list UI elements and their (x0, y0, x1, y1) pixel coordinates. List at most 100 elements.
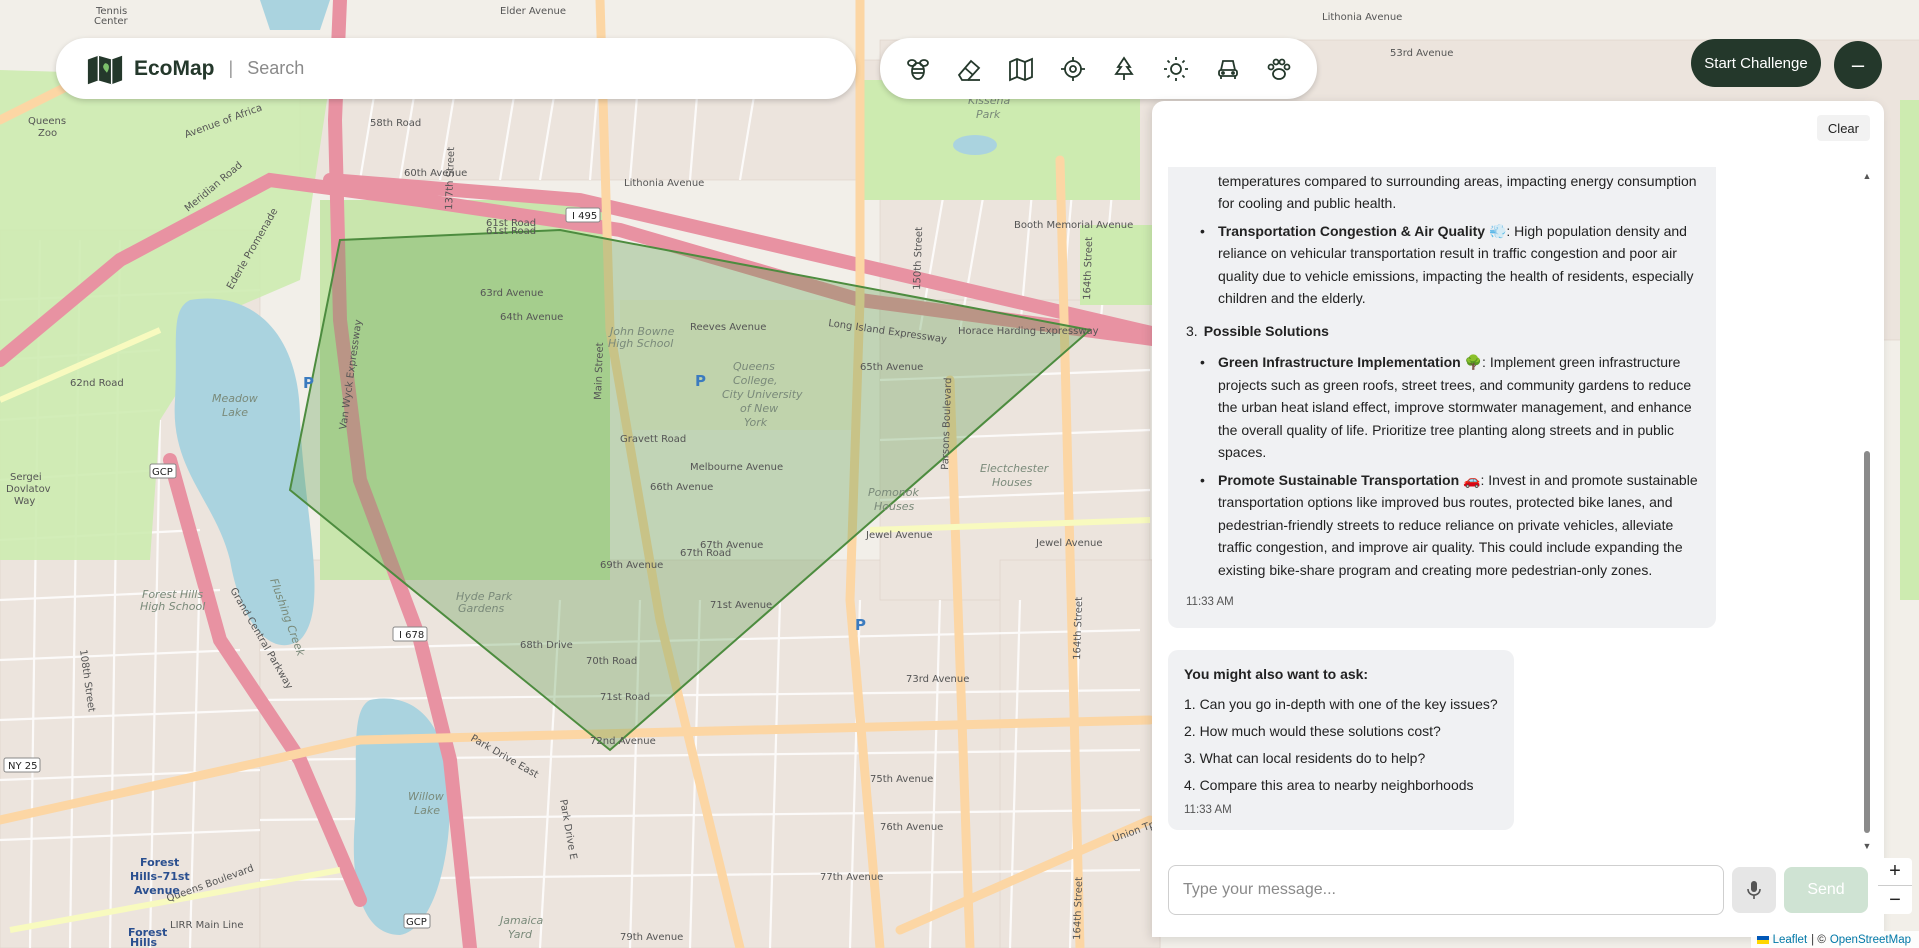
chat-input-row: Send (1168, 865, 1874, 915)
zoom-out-button[interactable]: − (1878, 886, 1912, 914)
suggestion-item[interactable]: 3. What can local residents do to help? (1184, 750, 1498, 766)
map-label: 164th Street (1072, 877, 1085, 940)
map-label: College, (733, 374, 778, 387)
suggestion-item[interactable]: 1. Can you go in-depth with one of the k… (1184, 696, 1498, 712)
start-challenge-button[interactable]: Start Challenge (1691, 39, 1821, 87)
map-label: 150th Street (912, 227, 925, 290)
map-label: Yard (508, 928, 533, 941)
scroll-up-arrow-icon[interactable]: ▲ (1862, 171, 1872, 181)
eraser-icon[interactable] (950, 50, 988, 88)
bee-icon[interactable] (899, 50, 937, 88)
map-label: Houses (992, 476, 1032, 489)
zoom-control: + − (1878, 858, 1912, 914)
svg-text:P: P (855, 616, 866, 634)
leaflet-link[interactable]: Leaflet (1773, 934, 1808, 946)
map-label: of New (740, 402, 778, 415)
clear-chat-button[interactable]: Clear (1816, 115, 1870, 141)
car-icon[interactable] (1209, 50, 1247, 88)
map-label: 77th Avenue (820, 872, 883, 883)
map-label: 76th Avenue (880, 822, 943, 833)
message-list: spaces contributes to the urban heat isl… (1186, 167, 1698, 310)
highway-shield: GCP (152, 467, 173, 478)
search-bar: EcoMap | (56, 38, 856, 99)
scroll-down-arrow-icon[interactable]: ▼ (1862, 841, 1872, 851)
map-label: Sergei (10, 472, 42, 483)
search-input[interactable] (247, 58, 808, 79)
zoom-in-button[interactable]: + (1878, 858, 1912, 886)
map-label: Dovlatov (6, 484, 51, 495)
map-label: Lithonia Avenue (1322, 12, 1402, 23)
chat-messages[interactable]: spaces contributes to the urban heat isl… (1152, 167, 1862, 851)
solutions-list: Green Infrastructure Implementation 🌳: I… (1186, 351, 1698, 581)
map-label: Houses (874, 500, 914, 513)
map-label: Queens (733, 360, 775, 373)
map-label: Hills (130, 936, 158, 948)
brand-name: EcoMap (134, 56, 215, 80)
map-label: 164th Street (1072, 597, 1085, 660)
chat-scrollbar[interactable]: ▲ ▼ (1862, 167, 1872, 851)
solution-emoji: 🚗 (1463, 471, 1481, 488)
scroll-thumb[interactable] (1864, 451, 1870, 833)
map-label: 72nd Avenue (590, 736, 656, 747)
message-timestamp: 11:33 AM (1186, 596, 1234, 608)
highway-shield: GCP (406, 917, 427, 928)
map-label: Lake (414, 804, 440, 817)
minimize-chat-button[interactable]: – (1834, 41, 1882, 89)
map-label: York (744, 416, 768, 429)
map-label: Main Street (593, 342, 606, 400)
solution-emoji: 🌳 (1464, 354, 1483, 370)
map-label: Jewel Avenue (1035, 538, 1103, 549)
map-label: 68th Drive (520, 640, 573, 651)
map-label: Forest (140, 856, 179, 869)
map-label: Pomonok (868, 486, 920, 499)
layer-toolbar (880, 38, 1317, 99)
map-label: 69th Avenue (600, 560, 663, 571)
send-button[interactable]: Send (1784, 867, 1868, 913)
map-label: Hills–71st (130, 870, 190, 883)
map-label: 61st Road (486, 226, 536, 237)
section-number: 3. (1186, 322, 1198, 339)
map-label: 66th Avenue (650, 482, 713, 493)
map-label: 60th Avenue (404, 168, 467, 179)
chat-panel: Clear spaces contributes to the urban he… (1152, 101, 1884, 937)
map-label: 65th Avenue (860, 362, 923, 373)
map-label: Zoo (38, 128, 57, 139)
map-label: 79th Avenue (620, 932, 683, 943)
map-label: Lithonia Avenue (624, 178, 704, 189)
message-input[interactable] (1168, 865, 1724, 915)
map-label: Willow (408, 790, 444, 803)
map-label: 64th Avenue (500, 312, 563, 323)
map-label: Jamaica (498, 914, 544, 927)
map-label: Melbourne Avenue (690, 462, 783, 473)
suggestion-item[interactable]: 2. How much would these solutions cost? (1184, 723, 1498, 739)
map-label: LIRR Main Line (170, 920, 244, 931)
map-label: 71st Avenue (710, 600, 772, 611)
svg-text:P: P (303, 374, 314, 392)
osm-link[interactable]: OpenStreetMap (1830, 934, 1911, 946)
microphone-button[interactable] (1732, 867, 1776, 913)
map-label: Avenue (134, 884, 180, 897)
brand-separator: | (228, 58, 234, 78)
list-item: Green Infrastructure Implementation 🌳: I… (1186, 351, 1698, 464)
suggestion-item[interactable]: 4. Compare this area to nearby neighborh… (1184, 777, 1498, 793)
map-label: Gardens (458, 602, 505, 615)
highway-shield: I 678 (399, 630, 424, 641)
map-icon[interactable] (1002, 50, 1040, 88)
map-label: 70th Road (586, 656, 637, 667)
map-label: Gravett Road (620, 434, 686, 445)
map-label: 137th Street (444, 147, 457, 210)
map-label: Center (94, 16, 129, 27)
target-icon[interactable] (1054, 50, 1092, 88)
highway-shield: NY 25 (8, 761, 38, 772)
paw-icon[interactable] (1260, 50, 1298, 88)
sun-icon[interactable] (1157, 50, 1195, 88)
solution-title: Green Infrastructure Implementation (1218, 354, 1461, 370)
map-label: 62nd Road (70, 378, 124, 389)
tree-icon[interactable] (1105, 50, 1143, 88)
map-label: City University (722, 388, 803, 401)
map-label: Electchester (980, 462, 1050, 475)
svg-text:P: P (695, 372, 706, 390)
map-label: 73rd Avenue (906, 674, 969, 685)
message-text: spaces contributes to the urban heat isl… (1218, 172, 1697, 212)
map-label: Way (14, 496, 35, 507)
